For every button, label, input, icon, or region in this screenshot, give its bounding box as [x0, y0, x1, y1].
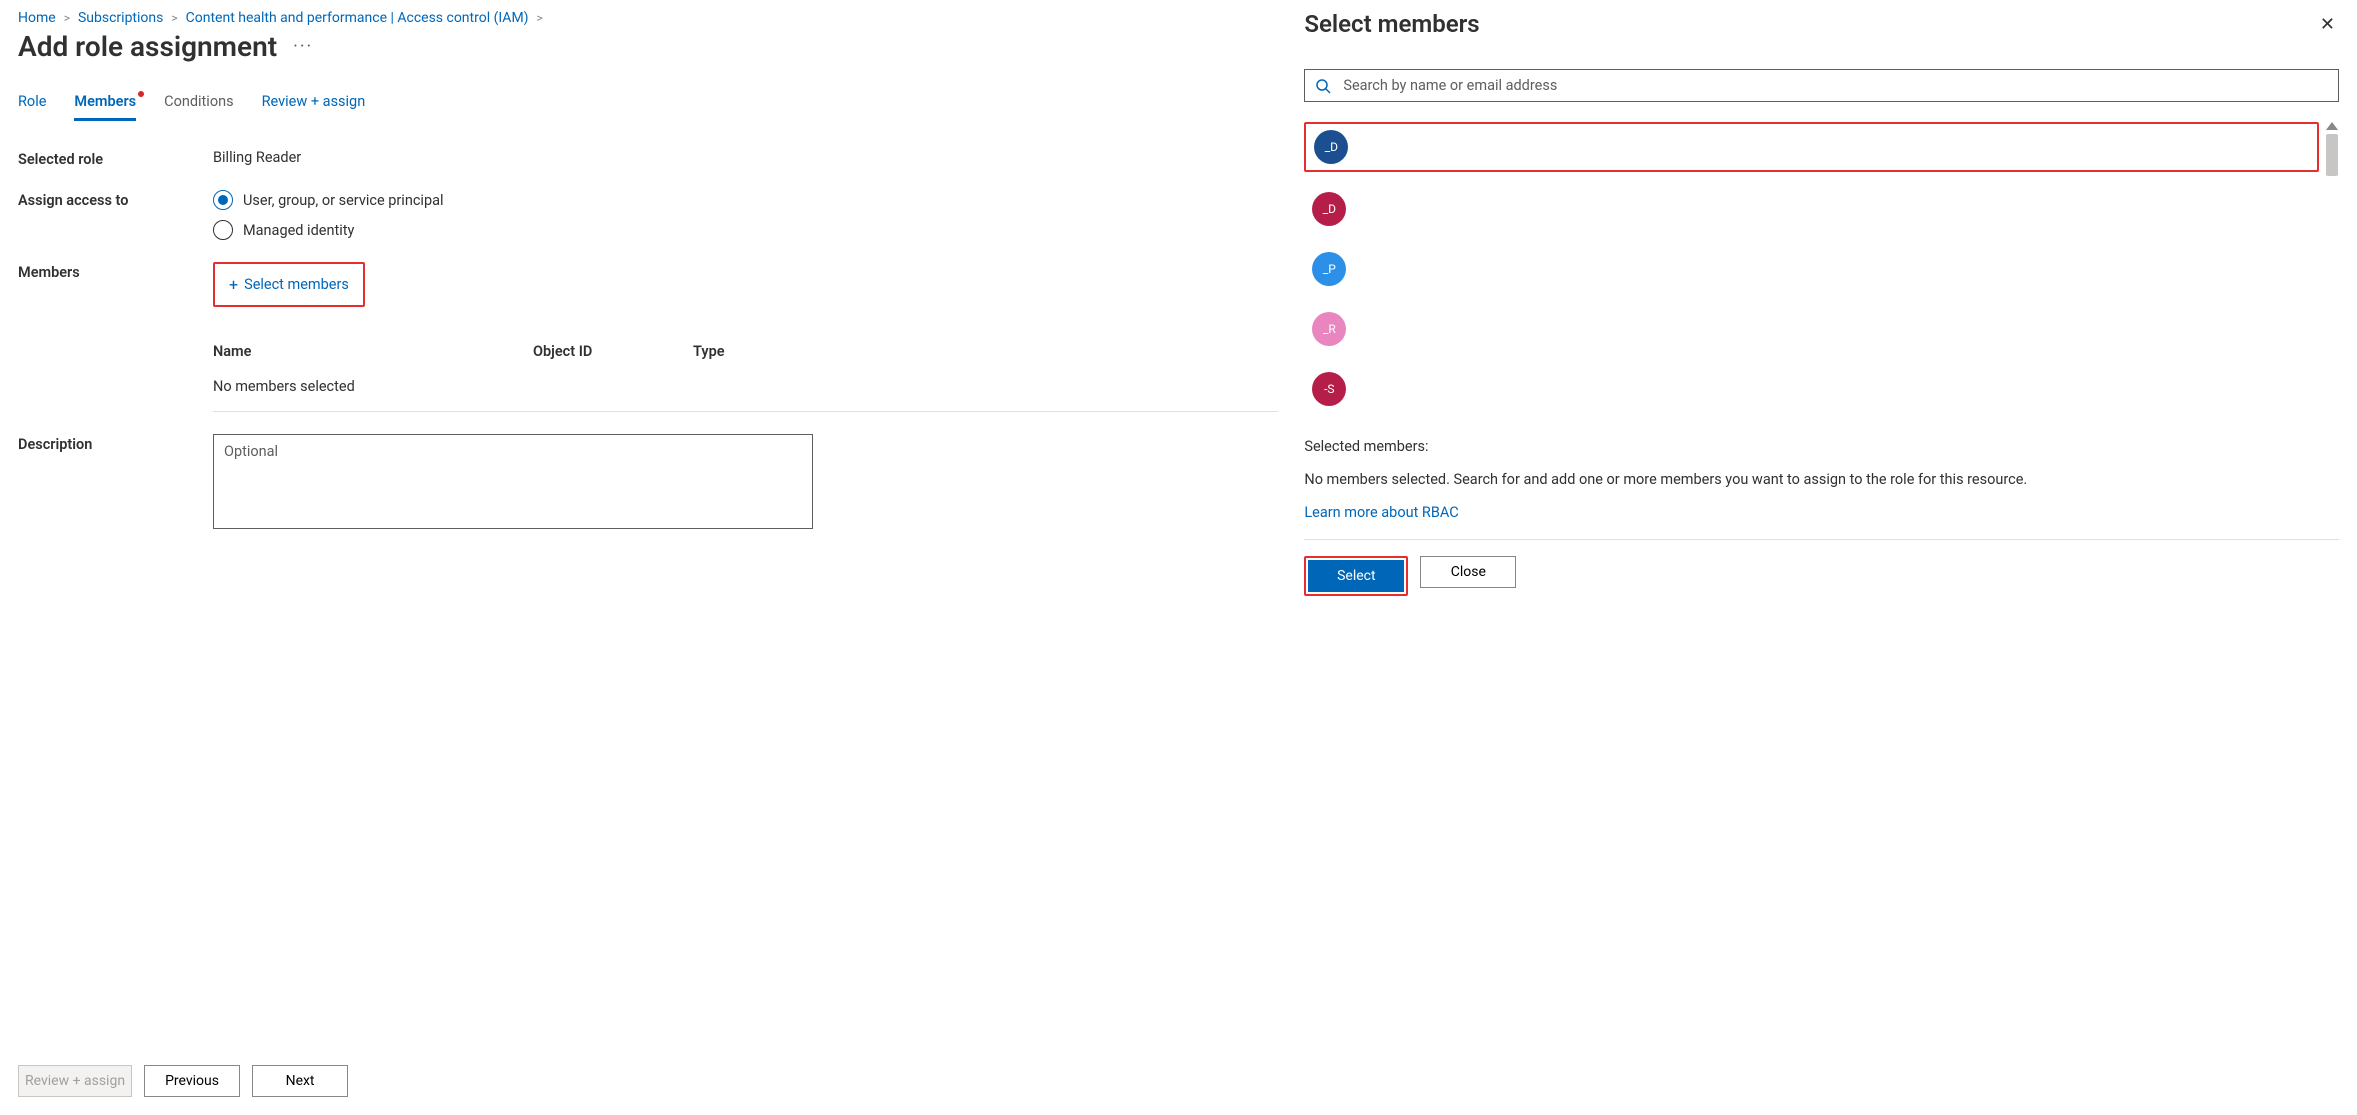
members-col-object-id: Object ID — [533, 343, 693, 360]
review-assign-button[interactable]: Review + assign — [18, 1065, 132, 1097]
radio-user-group-sp[interactable]: User, group, or service principal — [213, 190, 1278, 210]
breadcrumb-iam[interactable]: Content health and performance | Access … — [186, 10, 529, 26]
tab-review-assign[interactable]: Review + assign — [262, 93, 366, 121]
select-members-text: Select members — [244, 276, 349, 293]
radio-user-label: User, group, or service principal — [243, 192, 444, 209]
radio-mi-label: Managed identity — [243, 222, 354, 239]
results-list: _D _D _P _R -S — [1304, 122, 2319, 412]
divider — [1304, 539, 2339, 540]
avatar: _D — [1312, 192, 1346, 226]
result-item[interactable]: -S — [1304, 366, 2319, 412]
avatar: -S — [1312, 372, 1346, 406]
divider — [213, 411, 1278, 412]
description-label: Description — [18, 434, 213, 533]
avatar: _R — [1312, 312, 1346, 346]
search-input-wrapper[interactable] — [1304, 69, 2339, 102]
select-members-button[interactable]: + Select members — [213, 262, 365, 307]
tab-conditions[interactable]: Conditions — [164, 93, 233, 121]
pane-title: Select members — [1304, 10, 1479, 38]
members-col-name: Name — [213, 343, 533, 360]
avatar: _D — [1314, 130, 1348, 164]
avatar: _P — [1312, 252, 1346, 286]
plus-icon: + — [229, 277, 238, 293]
breadcrumb-separator: > — [171, 11, 177, 25]
breadcrumb: Home > Subscriptions > Content health an… — [18, 10, 1278, 26]
select-button[interactable]: Select — [1308, 560, 1404, 592]
result-item[interactable]: _D — [1304, 122, 2319, 172]
result-item[interactable]: _R — [1304, 306, 2319, 352]
tab-members-label: Members — [74, 93, 136, 110]
members-col-type: Type — [693, 343, 1278, 360]
validation-dot-icon — [138, 91, 144, 97]
result-item[interactable]: _P — [1304, 246, 2319, 292]
members-label: Members — [18, 262, 213, 412]
selected-role-label: Selected role — [18, 149, 213, 168]
scroll-up-icon — [2326, 122, 2338, 130]
selected-members-heading: Selected members: — [1304, 438, 2339, 455]
radio-icon — [213, 190, 233, 210]
tabs: Role Members Conditions Review + assign — [18, 93, 1278, 121]
learn-more-link[interactable]: Learn more about RBAC — [1304, 504, 1458, 521]
selected-role-value: Billing Reader — [213, 149, 1278, 168]
assign-access-label: Assign access to — [18, 190, 213, 240]
radio-icon — [213, 220, 233, 240]
next-button[interactable]: Next — [252, 1065, 348, 1097]
close-icon[interactable]: ✕ — [2316, 10, 2339, 39]
selected-members-empty-text: No members selected. Search for and add … — [1304, 469, 2339, 490]
breadcrumb-separator: > — [64, 11, 70, 25]
description-input[interactable] — [213, 434, 813, 529]
select-button-highlight: Select — [1304, 556, 1408, 596]
scroll-thumb[interactable] — [2326, 134, 2338, 176]
radio-managed-identity[interactable]: Managed identity — [213, 220, 1278, 240]
more-actions-icon[interactable]: ··· — [293, 36, 313, 57]
scrollbar[interactable] — [2325, 122, 2339, 412]
search-input[interactable] — [1341, 76, 2328, 95]
breadcrumb-home[interactable]: Home — [18, 10, 56, 26]
result-item[interactable]: _D — [1304, 186, 2319, 232]
breadcrumb-separator: > — [537, 11, 543, 25]
breadcrumb-subscriptions[interactable]: Subscriptions — [78, 10, 163, 26]
members-empty-text: No members selected — [213, 368, 1278, 411]
tab-members[interactable]: Members — [74, 93, 136, 121]
tab-role[interactable]: Role — [18, 93, 46, 121]
page-title: Add role assignment — [18, 30, 277, 63]
close-button[interactable]: Close — [1420, 556, 1516, 588]
previous-button[interactable]: Previous — [144, 1065, 240, 1097]
search-icon — [1315, 78, 1331, 94]
